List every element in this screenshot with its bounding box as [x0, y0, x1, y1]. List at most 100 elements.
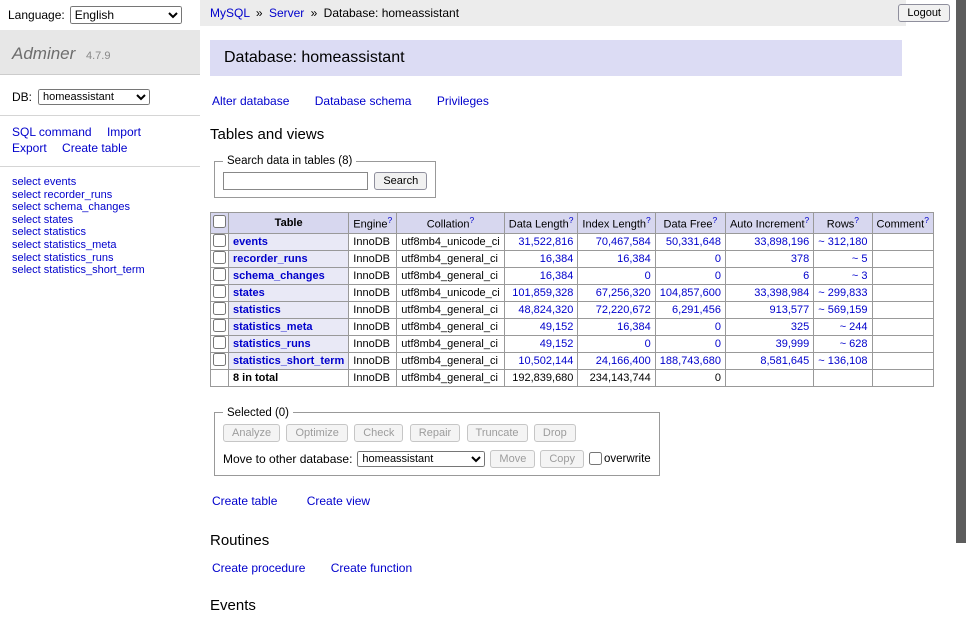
sidebar-link-import[interactable]: Import: [107, 125, 141, 139]
privileges-link[interactable]: Privileges: [437, 94, 489, 108]
row-checkbox[interactable]: [213, 336, 226, 349]
help-icon[interactable]: ?: [470, 215, 475, 225]
move-database-select[interactable]: homeassistant: [357, 451, 485, 467]
select-all-checkbox[interactable]: [213, 215, 226, 228]
rows-cell: ~ 299,833: [814, 284, 872, 301]
collation-cell: utf8mb4_unicode_ci: [397, 233, 504, 250]
help-icon[interactable]: ?: [805, 215, 810, 225]
table-name-link[interactable]: statistics_meta: [233, 321, 313, 333]
table-header-row: Table Engine? Collation? Data Length? In…: [211, 213, 934, 234]
data-free-cell: 188,743,680: [655, 352, 725, 369]
row-checkbox[interactable]: [213, 251, 226, 264]
sidebar-table-link[interactable]: select statistics: [12, 226, 86, 238]
sidebar-table-link[interactable]: select states: [12, 214, 73, 226]
optimize-button[interactable]: Optimize: [286, 424, 347, 442]
table-row: recorder_runs InnoDB utf8mb4_general_ci …: [211, 250, 934, 267]
create-procedure-link[interactable]: Create procedure: [212, 561, 305, 575]
sidebar-link-export[interactable]: Export: [12, 141, 47, 155]
language-select[interactable]: English: [70, 6, 182, 24]
create-view-link[interactable]: Create view: [307, 494, 370, 508]
selected-legend: Selected (0): [223, 407, 293, 419]
collation-cell: utf8mb4_unicode_ci: [397, 284, 504, 301]
sidebar-table-link[interactable]: select statistics_runs: [12, 252, 113, 264]
routines-heading: Routines: [210, 532, 902, 549]
scrollbar[interactable]: [956, 0, 966, 543]
table-name-link[interactable]: recorder_runs: [233, 253, 308, 265]
breadcrumb-separator: »: [311, 6, 318, 20]
help-icon[interactable]: ?: [712, 215, 717, 225]
sidebar-table-link[interactable]: select statistics_short_term: [12, 264, 145, 276]
sidebar-table-link[interactable]: select recorder_runs: [12, 189, 112, 201]
table-name-link[interactable]: events: [233, 236, 268, 248]
rows-cell: ~ 136,108: [814, 352, 872, 369]
db-selector-row: DB: homeassistant: [0, 75, 200, 116]
engine-cell: InnoDB: [349, 284, 397, 301]
breadcrumb-mysql-link[interactable]: MySQL: [210, 6, 250, 20]
column-header-collation: Collation?: [397, 213, 504, 234]
copy-button[interactable]: Copy: [540, 450, 584, 468]
sidebar-link-create-table[interactable]: Create table: [62, 141, 127, 155]
sidebar-table-list: select events select recorder_runs selec…: [0, 167, 200, 286]
comment-cell: [872, 250, 933, 267]
repair-button[interactable]: Repair: [410, 424, 460, 442]
row-checkbox[interactable]: [213, 268, 226, 281]
table-name-link[interactable]: statistics: [233, 304, 281, 316]
row-checkbox[interactable]: [213, 234, 226, 247]
create-table-link[interactable]: Create table: [212, 494, 277, 508]
index-length-cell: 0: [578, 335, 655, 352]
rows-cell: ~ 312,180: [814, 233, 872, 250]
search-input[interactable]: [223, 172, 368, 190]
help-icon[interactable]: ?: [924, 215, 929, 225]
sidebar-link-sql-command[interactable]: SQL command: [12, 125, 92, 139]
collation-cell: utf8mb4_general_ci: [397, 318, 504, 335]
column-header-rows: Rows?: [814, 213, 872, 234]
row-checkbox[interactable]: [213, 285, 226, 298]
move-button[interactable]: Move: [490, 450, 535, 468]
auto-increment-cell: 39,999: [725, 335, 813, 352]
help-icon[interactable]: ?: [854, 215, 859, 225]
create-function-link[interactable]: Create function: [331, 561, 412, 575]
alter-database-link[interactable]: Alter database: [212, 94, 289, 108]
help-icon[interactable]: ?: [388, 215, 393, 225]
breadcrumb-server-link[interactable]: Server: [269, 6, 304, 20]
help-icon[interactable]: ?: [646, 215, 651, 225]
data-free-cell: 50,331,648: [655, 233, 725, 250]
table-name-link[interactable]: statistics_short_term: [233, 355, 344, 367]
column-header-table: Table: [229, 213, 349, 234]
comment-cell: [872, 267, 933, 284]
data-length-cell: 192,839,680: [504, 369, 578, 386]
table-name-link[interactable]: statistics_runs: [233, 338, 311, 350]
sidebar-table-link[interactable]: select schema_changes: [12, 201, 130, 213]
help-icon[interactable]: ?: [569, 215, 574, 225]
sidebar-table-link[interactable]: select statistics_meta: [12, 239, 117, 251]
comment-cell: [872, 352, 933, 369]
database-schema-link[interactable]: Database schema: [315, 94, 412, 108]
overwrite-checkbox[interactable]: [589, 452, 602, 465]
sidebar-table-link[interactable]: select events: [12, 176, 76, 188]
check-button[interactable]: Check: [354, 424, 403, 442]
table-name-link[interactable]: states: [233, 287, 265, 299]
data-free-cell: 6,291,456: [655, 301, 725, 318]
data-free-cell: 0: [655, 250, 725, 267]
row-checkbox[interactable]: [213, 319, 226, 332]
overwrite-label: overwrite: [604, 453, 651, 465]
table-row: statistics InnoDB utf8mb4_general_ci 48,…: [211, 301, 934, 318]
drop-button[interactable]: Drop: [534, 424, 576, 442]
data-length-cell: 48,824,320: [504, 301, 578, 318]
analyze-button[interactable]: Analyze: [223, 424, 280, 442]
db-select[interactable]: homeassistant: [38, 89, 150, 105]
rows-cell: ~ 3: [814, 267, 872, 284]
sidebar-actions: SQL command Import Export Create table: [0, 116, 200, 167]
scrollbar-thumb[interactable]: [956, 0, 966, 543]
table-row: statistics_meta InnoDB utf8mb4_general_c…: [211, 318, 934, 335]
search-button[interactable]: Search: [374, 172, 427, 190]
search-fieldset: Search data in tables (8) Search: [214, 155, 436, 198]
row-checkbox[interactable]: [213, 353, 226, 366]
engine-cell: InnoDB: [349, 369, 397, 386]
adminer-logo: Adminer 4.7.9: [0, 30, 200, 75]
table-name-link[interactable]: schema_changes: [233, 270, 325, 282]
routine-links: Create procedure Create function: [212, 561, 900, 575]
row-checkbox[interactable]: [213, 302, 226, 315]
truncate-button[interactable]: Truncate: [467, 424, 528, 442]
logout-button[interactable]: Logout: [898, 4, 950, 22]
